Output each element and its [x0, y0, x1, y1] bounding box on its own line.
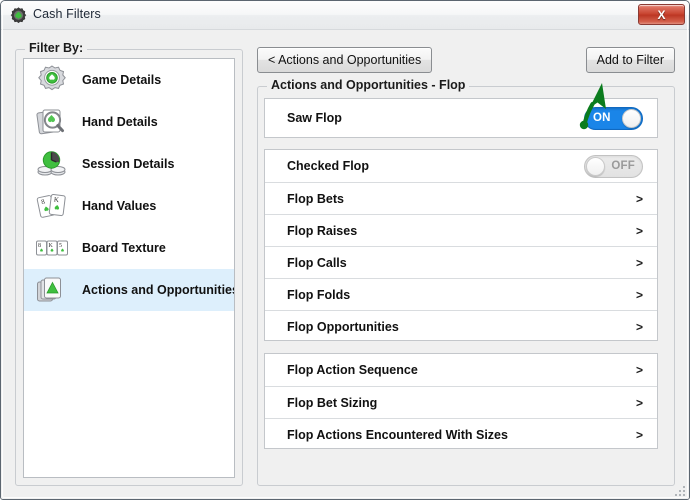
- chevron-right-icon: >: [635, 427, 643, 442]
- table-row[interactable]: Flop Raises >: [265, 214, 657, 246]
- two-cards-icon: 8 K: [32, 189, 72, 223]
- client-area: Filter By: Game Details Hand Details Ses…: [1, 30, 689, 499]
- row-control: >: [636, 397, 643, 409]
- sidebar-item-label: Session Details: [82, 157, 175, 171]
- sidebar-item-actions-and-opportunities[interactable]: Actions and Opportunities: [24, 269, 234, 311]
- sidebar-item-hand-values[interactable]: 8 K Hand Values: [24, 185, 234, 227]
- actions-and-opportunities-flop-groupbox: Actions and Opportunities - Flop Saw Flo…: [257, 78, 675, 486]
- filter-category-list: Game Details Hand Details Session Detail…: [23, 58, 235, 478]
- add-to-filter-button[interactable]: Add to Filter: [585, 47, 675, 73]
- chevron-right-icon: >: [635, 363, 643, 377]
- back-to-actions-and-opportunities-button[interactable]: < Actions and Opportunities: [257, 47, 433, 73]
- sidebar-item-session-details[interactable]: Session Details: [24, 143, 234, 185]
- row-label: Flop Raises: [287, 223, 358, 238]
- chevron-right-icon: >: [635, 287, 643, 302]
- right-pane-toolbar: < Actions and Opportunities Add to Filte…: [257, 47, 675, 75]
- cash-filters-window: Cash Filters X Filter By: Game Details H…: [0, 0, 690, 500]
- table-row[interactable]: Flop Bets >: [265, 182, 657, 214]
- row-label: Saw Flop: [287, 111, 342, 125]
- table-row[interactable]: Flop Bet Sizing >: [265, 386, 657, 418]
- row-control: >: [636, 289, 643, 301]
- card-stack-arrow-icon: [32, 273, 72, 307]
- row-control: >: [636, 257, 643, 269]
- table-row[interactable]: Flop Calls >: [265, 246, 657, 278]
- row-label: Flop Calls: [287, 255, 347, 270]
- row-label: Flop Bets: [287, 191, 344, 206]
- sidebar-item-label: Actions and Opportunities: [82, 283, 235, 297]
- window-title: Cash Filters: [33, 7, 101, 21]
- svg-text:K: K: [53, 196, 59, 205]
- cards-magnifier-icon: [32, 105, 72, 139]
- flop-group-label: Actions and Opportunities - Flop: [267, 78, 470, 92]
- row-label: Checked Flop: [287, 159, 369, 173]
- back-button-label: < Actions and Opportunities: [268, 53, 422, 67]
- add-to-filter-label: Add to Filter: [596, 53, 664, 67]
- flop-sequence-panel: Flop Action Sequence > Flop Bet Sizing >…: [264, 353, 658, 449]
- chips-clock-icon: [32, 147, 72, 181]
- toggle-state-label: OFF: [611, 159, 635, 172]
- filter-by-label: Filter By:: [25, 41, 88, 55]
- table-row[interactable]: Saw Flop ON: [265, 99, 657, 137]
- close-icon: X: [657, 7, 666, 22]
- row-label: Flop Folds: [287, 287, 351, 302]
- row-control: >: [636, 225, 643, 237]
- row-control: >: [636, 193, 643, 205]
- chevron-right-icon: >: [635, 191, 643, 206]
- sidebar-item-label: Hand Values: [82, 199, 157, 213]
- row-control: ON: [584, 106, 643, 130]
- sidebar-item-board-texture[interactable]: 8 K 5 Board Texture: [24, 227, 234, 269]
- sidebar-item-label: Board Texture: [82, 241, 166, 255]
- table-row[interactable]: Flop Folds >: [265, 278, 657, 310]
- filter-by-groupbox: Filter By: Game Details Hand Details Ses…: [15, 41, 243, 486]
- three-cards-icon: 8 K 5: [32, 231, 72, 265]
- flop-actions-panel: Checked Flop OFF Flop Bets > Flop Raises…: [264, 149, 658, 341]
- gear-spade-icon: [32, 63, 72, 97]
- table-row[interactable]: Flop Action Sequence >: [265, 354, 657, 386]
- row-label: Flop Bet Sizing: [287, 395, 378, 410]
- table-row[interactable]: Checked Flop OFF: [265, 150, 657, 182]
- sidebar-item-game-details[interactable]: Game Details: [24, 59, 234, 101]
- svg-text:K: K: [49, 243, 54, 249]
- row-label: Flop Actions Encountered With Sizes: [287, 427, 508, 442]
- row-label: Flop Action Sequence: [287, 363, 418, 377]
- sidebar-item-label: Game Details: [82, 73, 162, 87]
- sidebar-item-hand-details[interactable]: Hand Details: [24, 101, 234, 143]
- close-button[interactable]: X: [638, 4, 685, 25]
- row-label: Flop Opportunities: [287, 319, 399, 334]
- chevron-right-icon: >: [635, 255, 643, 270]
- svg-text:5: 5: [59, 243, 62, 249]
- saw-flop-toggle[interactable]: ON: [584, 106, 643, 130]
- toggle-knob: [586, 156, 605, 176]
- chevron-right-icon: >: [635, 319, 643, 334]
- row-control: OFF: [584, 154, 643, 178]
- resize-grip[interactable]: [673, 484, 686, 497]
- row-control: >: [636, 321, 643, 333]
- row-control: >: [636, 429, 643, 441]
- svg-text:8: 8: [38, 243, 41, 249]
- toggle-knob: [622, 108, 641, 128]
- row-control: >: [636, 364, 643, 376]
- checked-flop-toggle[interactable]: OFF: [584, 154, 643, 178]
- saw-flop-panel: Saw Flop ON: [264, 98, 658, 138]
- toggle-state-label: ON: [593, 111, 611, 124]
- title-bar: Cash Filters X: [1, 1, 689, 30]
- sidebar-item-label: Hand Details: [82, 115, 158, 129]
- chevron-right-icon: >: [635, 223, 643, 238]
- gear-spade-icon: [10, 7, 27, 24]
- chevron-right-icon: >: [635, 395, 643, 410]
- table-row[interactable]: Flop Opportunities >: [265, 310, 657, 342]
- table-row[interactable]: Flop Actions Encountered With Sizes >: [265, 418, 657, 450]
